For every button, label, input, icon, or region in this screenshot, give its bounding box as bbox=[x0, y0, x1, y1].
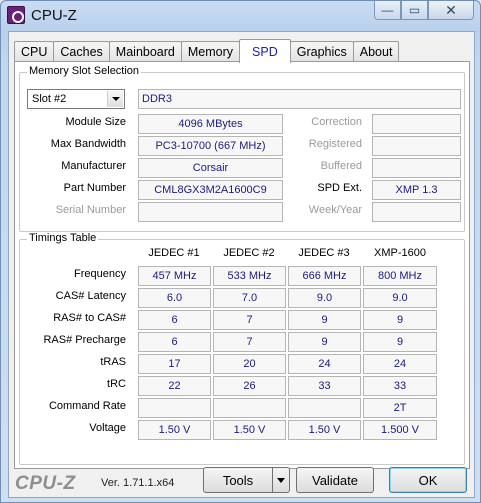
registered-label: Registered bbox=[308, 138, 362, 150]
timing-cell: 1.50 V bbox=[138, 420, 211, 440]
manufacturer-field: Corsair bbox=[138, 158, 283, 178]
tab-cpu[interactable]: CPU bbox=[14, 41, 55, 62]
tab-strip: CPU Caches Mainboard Memory SPD Graphics… bbox=[14, 39, 400, 63]
timing-cell: 457 MHz bbox=[138, 266, 211, 286]
tools-dropdown-button[interactable] bbox=[272, 467, 290, 493]
registered-field bbox=[372, 136, 461, 156]
maximize-button[interactable]: ▭ bbox=[401, 1, 428, 20]
column-header-jedec-1: JEDEC #1 bbox=[148, 247, 200, 259]
row-label-command-rate: Command Rate bbox=[48, 400, 126, 412]
tools-button[interactable]: Tools bbox=[203, 467, 273, 493]
tab-mainboard[interactable]: Mainboard bbox=[108, 41, 182, 62]
tab-caches[interactable]: Caches bbox=[53, 41, 110, 62]
serial-number-field bbox=[138, 202, 283, 222]
row-label-cas-latency: CAS# Latency bbox=[55, 290, 126, 302]
timing-cell: 9 bbox=[288, 332, 361, 352]
part-number-label: Part Number bbox=[63, 182, 126, 194]
buffered-field bbox=[372, 158, 461, 178]
timings-table-group: Timings Table JEDEC #1 JEDEC #2 JEDEC #3… bbox=[19, 232, 465, 465]
timing-cell: 533 MHz bbox=[213, 266, 286, 286]
timing-cell: 7 bbox=[213, 332, 286, 352]
title-bar[interactable]: CPU-Z — ▭ ✕ bbox=[1, 1, 480, 31]
timing-cell: 7.0 bbox=[213, 288, 286, 308]
timing-cell: 9.0 bbox=[288, 288, 361, 308]
timing-cell: 26 bbox=[213, 376, 286, 396]
timing-cell: 9 bbox=[363, 310, 437, 330]
part-number-field: CML8GX3M2A1600C9 bbox=[138, 180, 283, 200]
timing-cell bbox=[138, 398, 211, 418]
column-header-jedec-2: JEDEC #2 bbox=[223, 247, 275, 259]
timing-cell bbox=[288, 398, 361, 418]
timing-cell bbox=[213, 398, 286, 418]
slot-select-value: Slot #2 bbox=[32, 93, 67, 105]
max-bandwidth-label: Max Bandwidth bbox=[50, 138, 126, 150]
timing-cell: 800 MHz bbox=[363, 266, 437, 286]
row-label-frequency: Frequency bbox=[74, 268, 126, 280]
manufacturer-label: Manufacturer bbox=[61, 160, 126, 172]
timing-cell: 24 bbox=[288, 354, 361, 374]
timings-table-title: Timings Table bbox=[27, 232, 99, 244]
tab-memory[interactable]: Memory bbox=[180, 41, 241, 62]
week-year-label: Week/Year bbox=[308, 204, 362, 216]
timing-cell: 24 bbox=[363, 354, 437, 374]
timing-cell: 9 bbox=[363, 332, 437, 352]
module-size-field: 4096 MBytes bbox=[138, 114, 283, 134]
ok-button[interactable]: OK bbox=[389, 467, 467, 493]
serial-number-label: Serial Number bbox=[55, 204, 126, 216]
client-area: CPU Caches Mainboard Memory SPD Graphics… bbox=[8, 31, 475, 498]
memory-type-field: DDR3 bbox=[138, 89, 461, 109]
app-window: CPU-Z — ▭ ✕ CPU Caches Mainboard Memory … bbox=[0, 0, 481, 503]
spd-ext-field: XMP 1.3 bbox=[372, 180, 461, 200]
timing-cell: 1.50 V bbox=[288, 420, 361, 440]
timing-cell: 6 bbox=[138, 332, 211, 352]
timing-cell: 9 bbox=[288, 310, 361, 330]
cpu-z-app-icon[interactable] bbox=[7, 6, 25, 24]
timing-cell: 33 bbox=[288, 376, 361, 396]
row-label-trc: tRC bbox=[107, 378, 126, 390]
caption-buttons: — ▭ ✕ bbox=[374, 1, 474, 21]
spd-ext-label: SPD Ext. bbox=[317, 182, 362, 194]
week-year-field bbox=[372, 202, 461, 222]
close-button[interactable]: ✕ bbox=[428, 1, 474, 20]
correction-field bbox=[372, 114, 461, 134]
timing-cell: 666 MHz bbox=[288, 266, 361, 286]
minimize-button[interactable]: — bbox=[374, 1, 401, 20]
row-label-ras-to-cas: RAS# to CAS# bbox=[53, 312, 126, 324]
cpu-z-logo: CPU-Z bbox=[15, 473, 76, 494]
slot-select[interactable]: Slot #2 bbox=[27, 89, 125, 109]
max-bandwidth-field: PC3-10700 (667 MHz) bbox=[138, 136, 283, 156]
timing-cell: 2T bbox=[363, 398, 437, 418]
version-text: Ver. 1.71.1.x64 bbox=[101, 477, 175, 489]
timing-cell: 6 bbox=[138, 310, 211, 330]
timing-cell: 33 bbox=[363, 376, 437, 396]
tab-graphics[interactable]: Graphics bbox=[289, 41, 354, 62]
timing-cell: 6.0 bbox=[138, 288, 211, 308]
tab-about[interactable]: About bbox=[352, 41, 400, 62]
timing-cell: 20 bbox=[213, 354, 286, 374]
module-size-label: Module Size bbox=[65, 116, 126, 128]
row-label-voltage: Voltage bbox=[89, 422, 126, 434]
column-header-xmp-1600: XMP-1600 bbox=[374, 247, 426, 259]
buffered-label: Buffered bbox=[320, 160, 362, 172]
timing-cell: 17 bbox=[138, 354, 211, 374]
memory-slot-selection-group: Memory Slot Selection Slot #2 DDR3 Modul… bbox=[19, 65, 465, 232]
row-label-ras-precharge: RAS# Precharge bbox=[43, 334, 126, 346]
spd-tab-panel: Memory Slot Selection Slot #2 DDR3 Modul… bbox=[14, 61, 470, 469]
column-header-jedec-3: JEDEC #3 bbox=[298, 247, 350, 259]
timing-cell: 1.50 V bbox=[213, 420, 286, 440]
timing-cell: 9.0 bbox=[363, 288, 437, 308]
window-title: CPU-Z bbox=[31, 7, 77, 24]
row-label-tras: tRAS bbox=[100, 356, 126, 368]
chevron-down-icon[interactable] bbox=[107, 91, 123, 107]
tab-spd[interactable]: SPD bbox=[239, 39, 291, 63]
timing-cell: 7 bbox=[213, 310, 286, 330]
timing-cell: 22 bbox=[138, 376, 211, 396]
correction-label: Correction bbox=[311, 116, 362, 128]
validate-button[interactable]: Validate bbox=[296, 467, 374, 493]
memory-slot-selection-title: Memory Slot Selection bbox=[27, 65, 142, 77]
timing-cell: 1.500 V bbox=[363, 420, 437, 440]
